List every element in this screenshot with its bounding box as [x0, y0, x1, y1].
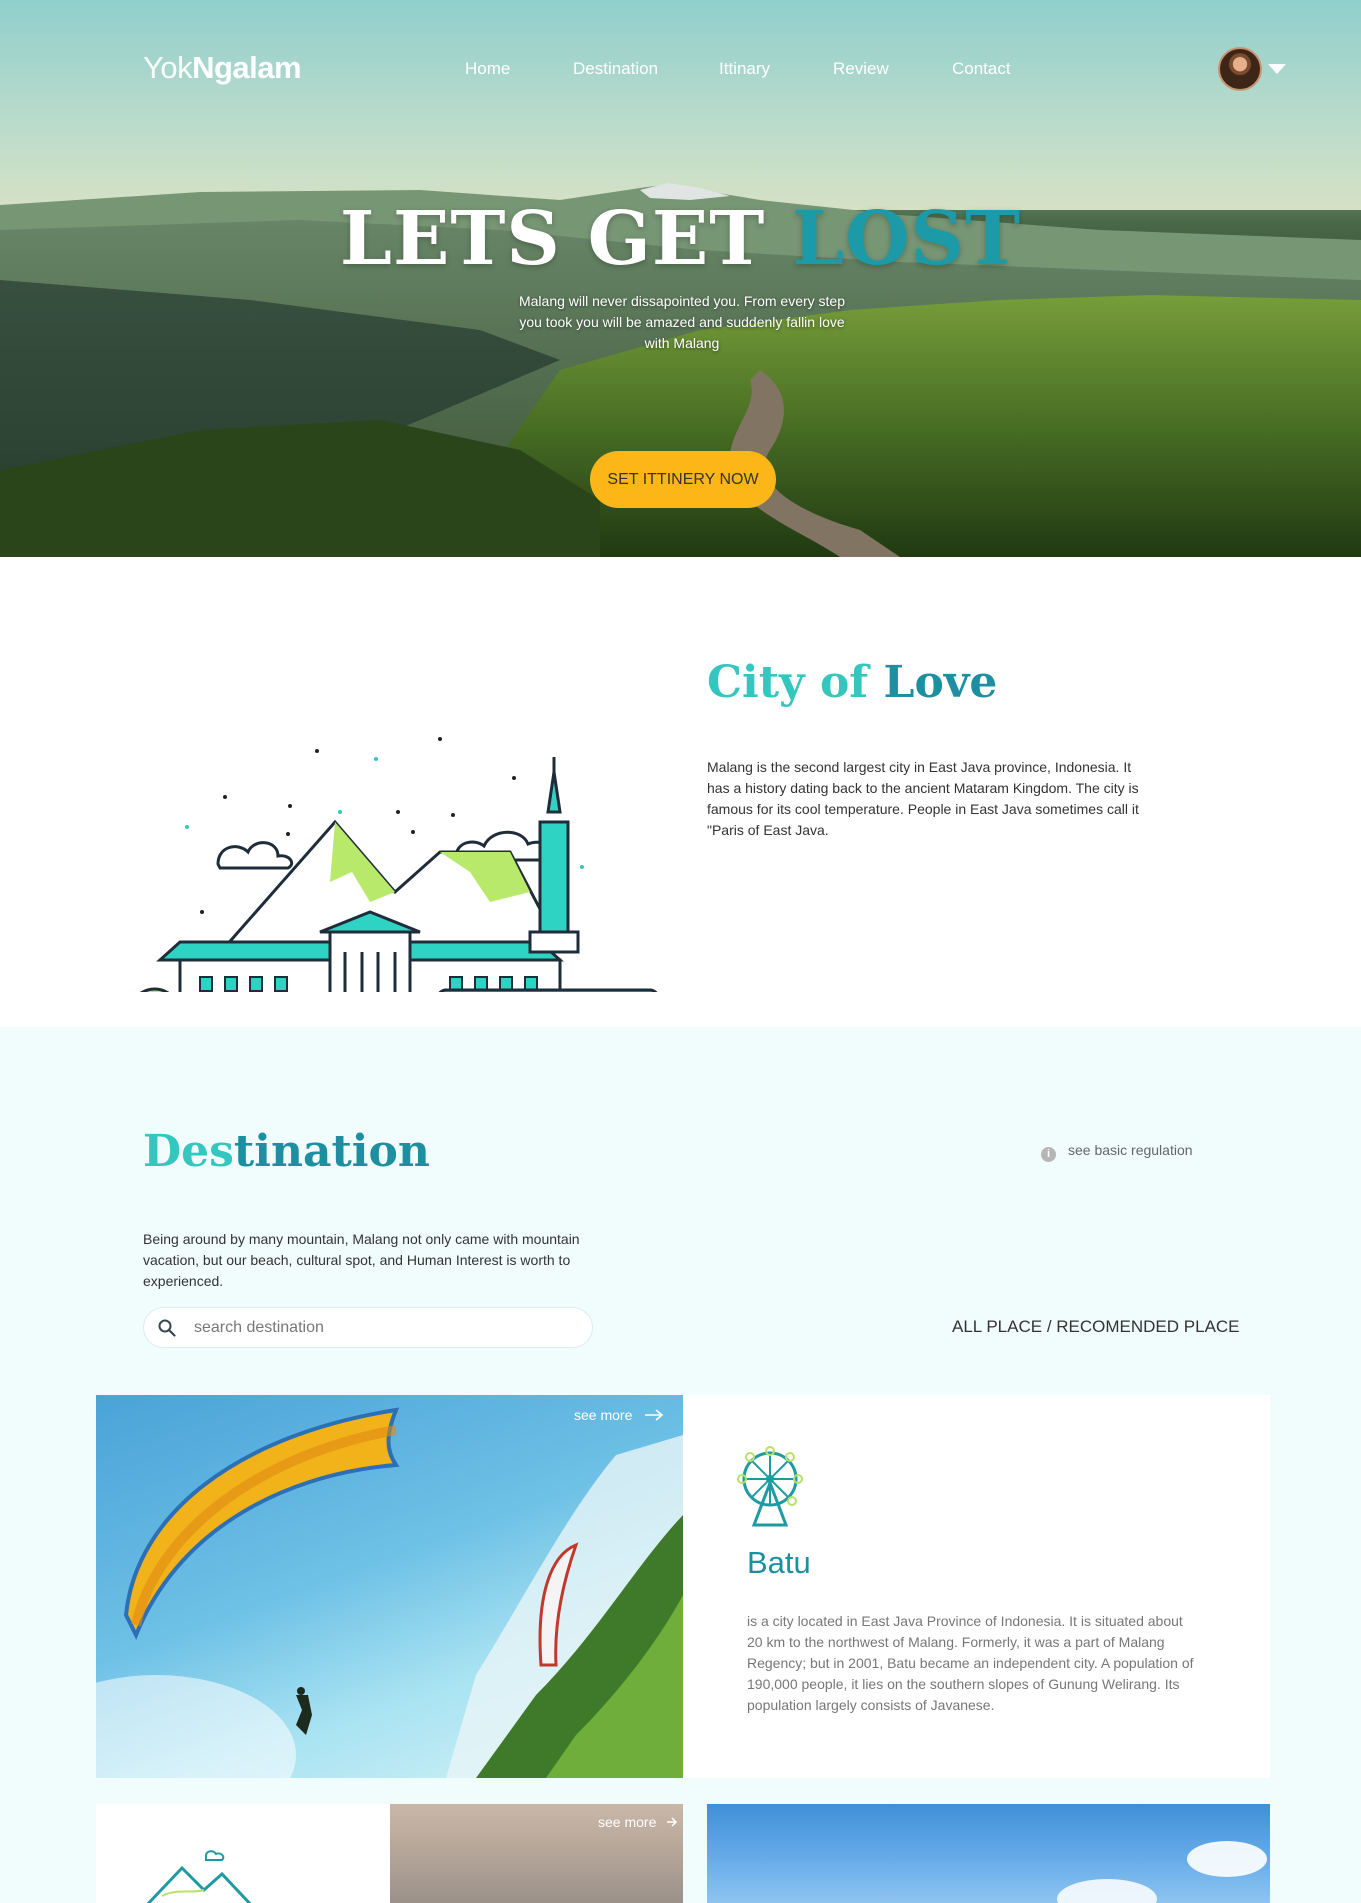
filter-separator: / — [1042, 1317, 1057, 1336]
arrow-right-icon — [645, 1409, 664, 1421]
mountain-icon — [146, 1850, 252, 1903]
info-icon: i — [1041, 1147, 1056, 1162]
see-more-link-secondary[interactable]: see more — [598, 1814, 678, 1830]
logo-bold-text: Ngalam — [192, 50, 302, 85]
basic-regulation-link[interactable]: i see basic regulation — [1041, 1142, 1193, 1162]
nav-link-review[interactable]: Review — [833, 59, 889, 79]
nav-link-home[interactable]: Home — [465, 59, 510, 79]
place-filter: ALL PLACE / RECOMENDED PLACE — [952, 1317, 1240, 1337]
site-logo[interactable]: YokNgalam — [143, 50, 302, 86]
city-title-part-b: Love — [883, 657, 998, 708]
see-more-label: see more — [574, 1407, 633, 1423]
destination-title-part-b: tination — [233, 1126, 430, 1177]
batu-paragliding-photo[interactable]: see more — [96, 1395, 683, 1778]
nav-link-ittinary[interactable]: Ittinary — [719, 59, 770, 79]
user-avatar[interactable] — [1218, 47, 1262, 91]
mountain-destination-card[interactable] — [96, 1804, 390, 1903]
destination-description: Being around by many mountain, Malang no… — [143, 1231, 580, 1289]
hero-subtitle: Malang will never dissapointed you. From… — [518, 293, 846, 351]
filter-recommended-place[interactable]: RECOMENDED PLACE — [1056, 1317, 1239, 1336]
logo-light-text: Yok — [143, 50, 193, 85]
city-title-part-a: City of — [707, 657, 884, 708]
city-description: Malang is the second largest city in Eas… — [707, 759, 1139, 838]
destination-description-text: is a city located in East Java Province … — [747, 1613, 1194, 1713]
destination-name: Batu — [747, 1545, 811, 1580]
hero-section: YokNgalam Home Destination Ittinary Revi… — [0, 0, 1361, 557]
filter-all-place[interactable]: ALL PLACE — [952, 1317, 1042, 1336]
see-more-link[interactable]: see more — [574, 1407, 664, 1423]
malang-city-illustration — [139, 737, 658, 992]
arrow-right-icon — [667, 1817, 678, 1827]
city-title: City of Love — [707, 657, 997, 708]
city-of-love-section: City of Love Malang is the second larges… — [0, 557, 1361, 1027]
destination-title-part-a: Des — [143, 1126, 234, 1177]
search-box — [143, 1307, 593, 1348]
set-ittinery-button[interactable]: SET ITTINERY NOW — [590, 451, 776, 508]
hero-title-accent: LOST — [792, 196, 1022, 282]
see-more-label-secondary: see more — [598, 1814, 657, 1830]
nav-link-destination[interactable]: Destination — [573, 59, 658, 79]
chevron-down-icon[interactable] — [1268, 64, 1286, 74]
hero-title: LETS GET LOST — [0, 196, 1361, 282]
top-navigation: YokNgalam Home Destination Ittinary Revi… — [0, 0, 1361, 140]
search-icon[interactable] — [158, 1319, 176, 1337]
sky-destination-photo[interactable] — [707, 1804, 1270, 1903]
batu-destination-card[interactable]: Batu is a city located in East Java Prov… — [683, 1395, 1270, 1778]
search-destination-input[interactable] — [194, 1312, 574, 1343]
regulation-label: see basic regulation — [1068, 1142, 1193, 1158]
hero-title-main: LETS GET — [339, 196, 793, 282]
ferris-wheel-icon — [737, 1446, 803, 1527]
sunset-destination-photo[interactable]: see more — [390, 1804, 683, 1903]
nav-link-contact[interactable]: Contact — [952, 59, 1011, 79]
clouds-image — [1057, 1841, 1267, 1903]
paragliding-image — [96, 1407, 683, 1778]
destination-title: Destination — [143, 1126, 430, 1177]
